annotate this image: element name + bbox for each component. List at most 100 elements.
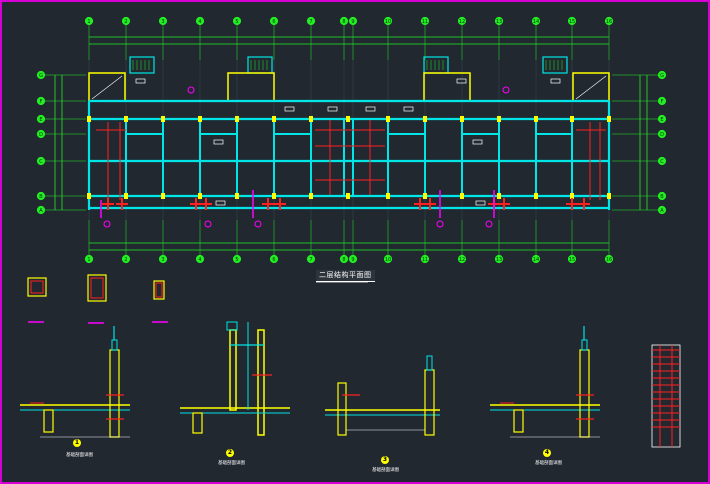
column-15 <box>346 193 350 199</box>
beam-tag-0 <box>135 78 146 84</box>
axis-bubble-bottom-6-label: 7 <box>309 257 312 263</box>
axis-bubble-bottom-0-label: 1 <box>87 257 90 263</box>
column-14 <box>346 116 350 122</box>
axis-bubble-top-12-label: 13 <box>496 19 502 25</box>
column-25 <box>534 193 538 199</box>
axis-bubble-bottom-5-label: 6 <box>272 257 275 263</box>
axis-bubble-bottom-9-label: 10 <box>385 257 391 263</box>
section-1-wall <box>109 349 120 438</box>
axis-bubble-left-0-label: G <box>39 73 43 79</box>
axis-bubble-left-6-label: A <box>39 208 43 214</box>
cad-drawing: 1122334455667788991010111112121313141415… <box>20 16 681 448</box>
section-1-footing-left <box>43 409 54 433</box>
beam-tag-2 <box>327 106 338 112</box>
section-number-3: 3 <box>381 456 389 464</box>
axis-bubble-left-3-label: D <box>39 132 43 138</box>
section-4-footing-left <box>513 409 524 433</box>
beam-tag-1 <box>284 106 295 112</box>
beam-tag-7 <box>213 139 224 145</box>
beam-tag-9 <box>215 200 226 206</box>
section-caption-2: 基础剖面详图 <box>218 461 245 466</box>
axis-bubble-bottom-15-label: 16 <box>606 257 612 263</box>
section-4-wall <box>579 349 590 438</box>
column-8 <box>235 116 239 122</box>
axis-bubble-top-4-label: 5 <box>235 19 238 25</box>
stair-box-1 <box>247 56 273 74</box>
axis-bubble-bottom-3-label: 4 <box>198 257 201 263</box>
axis-bubble-right-3-label: D <box>660 132 664 138</box>
column-16 <box>386 116 390 122</box>
axis-bubble-right-5-label: B <box>660 194 664 200</box>
column-10 <box>272 116 276 122</box>
column-7 <box>198 193 202 199</box>
axis-bubble-bottom-1-label: 2 <box>124 257 127 263</box>
axis-bubble-left-2-label: E <box>39 117 42 123</box>
column-4 <box>161 116 165 122</box>
axis-bubble-right-6-label: A <box>660 208 664 214</box>
axis-bubble-top-8-label: 9 <box>351 19 354 25</box>
axis-bubble-bottom-4-label: 5 <box>235 257 238 263</box>
section-3-parapet <box>426 355 433 371</box>
axis-bubble-top-3-label: 4 <box>198 19 201 25</box>
axis-bubble-right-1-label: F <box>661 99 664 105</box>
detail-column-1-inner <box>30 280 44 294</box>
column-28 <box>607 116 611 122</box>
column-21 <box>460 193 464 199</box>
axis-bubble-left-1-label: F <box>40 99 43 105</box>
axis-bubble-top-7-label: 8 <box>342 19 345 25</box>
beam-tag-3 <box>365 106 376 112</box>
stair-diag-0 <box>91 75 123 100</box>
section-2-wall-right <box>257 329 265 436</box>
axis-bubble-top-15-label: 16 <box>606 19 612 25</box>
section-2-wall-left <box>229 329 237 411</box>
section-mark-2 <box>103 220 111 228</box>
column-17 <box>386 193 390 199</box>
axis-bubble-top-5-label: 6 <box>272 19 275 25</box>
stair-box-3 <box>542 56 568 74</box>
section-3-wall-right <box>424 369 435 436</box>
axis-bubble-left-4-label: C <box>39 159 43 165</box>
section-mark-3 <box>204 220 212 228</box>
column-23 <box>497 193 501 199</box>
axis-bubble-right-4-label: C <box>660 159 664 165</box>
axis-bubble-bottom-12-label: 13 <box>496 257 502 263</box>
column-22 <box>497 116 501 122</box>
axis-bubble-bottom-8-label: 9 <box>351 257 354 263</box>
column-5 <box>161 193 165 199</box>
section-mark-0 <box>187 86 195 94</box>
section-4-parapet <box>581 339 588 351</box>
axis-bubble-top-6-label: 7 <box>309 19 312 25</box>
axis-bubble-top-9-label: 10 <box>385 19 391 25</box>
axis-bubble-bottom-10-label: 11 <box>422 257 428 263</box>
section-2-footing-left <box>192 412 203 434</box>
beam-tag-6 <box>550 78 561 84</box>
axis-bubble-bottom-7-label: 8 <box>342 257 345 263</box>
column-11 <box>272 193 276 199</box>
section-caption-4: 基础剖面详图 <box>535 461 562 466</box>
section-number-1: 1 <box>73 439 81 447</box>
section-caption-3: 基础剖面详图 <box>372 468 399 473</box>
plan-title: 二层结构平面图 <box>316 270 375 282</box>
column-19 <box>423 193 427 199</box>
axis-bubble-top-2-label: 3 <box>161 19 164 25</box>
beam-tag-8 <box>472 139 483 145</box>
column-29 <box>607 193 611 199</box>
column-1 <box>87 193 91 199</box>
stairwell-frame-1 <box>227 72 275 102</box>
column-0 <box>87 116 91 122</box>
column-2 <box>124 116 128 122</box>
section-1-parapet <box>111 339 118 351</box>
detail-column-3-inner <box>155 282 163 298</box>
axis-bubble-top-0-label: 1 <box>87 19 90 25</box>
section-2-parapet <box>226 321 238 331</box>
beam-tag-4 <box>403 106 414 112</box>
detail-column-2-inner <box>90 277 104 299</box>
axis-bubble-right-2-label: E <box>660 117 663 123</box>
stair-diag-1 <box>575 75 607 100</box>
axis-bubble-bottom-14-label: 15 <box>569 257 575 263</box>
axis-bubble-top-10-label: 11 <box>422 19 428 25</box>
axis-bubble-top-13-label: 14 <box>533 19 539 25</box>
section-number-4: 4 <box>543 449 551 457</box>
section-mark-1 <box>502 86 510 94</box>
column-24 <box>534 116 538 122</box>
